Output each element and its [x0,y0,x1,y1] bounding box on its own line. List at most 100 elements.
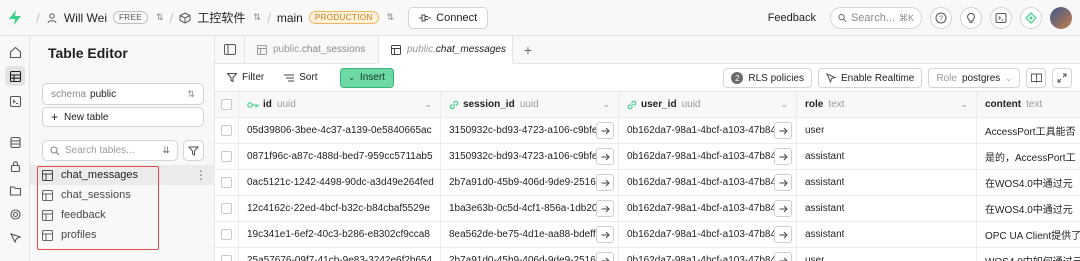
row-checkbox[interactable] [221,151,232,162]
row-select-cell[interactable] [215,222,239,247]
chevron-down-icon[interactable]: ⌄ [780,99,788,110]
more-options-icon[interactable]: ⋮ [195,168,207,182]
filter-button[interactable]: Filter [227,72,264,83]
arrow-right-icon[interactable] [596,148,614,165]
cell-user-id[interactable]: 0b162da7-98a1-4bcf-a103-47b84c [619,196,797,221]
insert-button[interactable]: ⌄ Insert [339,67,394,88]
docs-button[interactable] [1026,68,1046,88]
row-checkbox[interactable] [221,203,232,214]
sort-button[interactable]: Sort [284,72,318,83]
project-breadcrumb[interactable]: 工控软件 ⇅ [179,9,261,26]
table-row[interactable]: 0ac5121c-1242-4498-90dc-a3d49e264fed 2b7… [215,170,1080,196]
cell-content[interactable]: 在WOS4.0中通过元 [977,196,1080,221]
cell-content[interactable]: WOS4.0中如何通过元 [977,248,1080,261]
cell-id[interactable]: 0871f96c-a87c-488d-bed7-959cc5711ab5 [239,144,441,169]
feedback-button[interactable]: Feedback [768,12,816,24]
row-select-cell[interactable] [215,170,239,195]
arrow-right-icon[interactable] [774,200,792,217]
rls-policies-button[interactable]: 2 RLS policies [723,68,812,88]
cell-role[interactable]: assistant [797,196,977,221]
cell-role[interactable]: assistant [797,222,977,247]
arrow-right-icon[interactable] [774,122,792,139]
table-item-profiles[interactable]: profiles [30,225,215,245]
cell-id[interactable]: 19c341e1-6ef2-40c3-b286-e8302cf9cca8 [239,222,441,247]
chevron-down-icon[interactable]: ⌄ [424,99,432,110]
storage-folder-icon[interactable] [5,180,25,200]
table-editor-icon[interactable] [5,66,25,86]
database-icon[interactable] [5,132,25,152]
table-row[interactable]: 05d39806-3bee-4c37-a139-0e5840665ac 3150… [215,118,1080,144]
row-checkbox[interactable] [221,125,232,136]
cell-session-id[interactable]: 3150932c-bd93-4723-a106-c9bfe [441,118,619,143]
arrow-right-icon[interactable] [596,122,614,139]
select-all-checkbox[interactable] [221,99,232,110]
sort-tables-icon[interactable]: ⇊ [162,145,170,156]
cell-role[interactable]: user [797,118,977,143]
cell-role[interactable]: user [797,248,977,261]
arrow-right-icon[interactable] [774,174,792,191]
cell-id[interactable]: 12c4162c-22ed-4bcf-b32c-b84cbaf5529e [239,196,441,221]
cell-role[interactable]: assistant [797,144,977,169]
cell-session-id[interactable]: 3150932c-bd93-4723-a106-c9bfe [441,144,619,169]
chevron-down-icon[interactable]: ⌄ [602,99,610,110]
org-breadcrumb[interactable]: Will Wei FREE ⇅ [46,11,164,25]
cell-content[interactable]: AccessPort工具能否 [977,118,1080,143]
column-header-session-id[interactable]: session_id uuid ⌄ [441,92,619,117]
cell-role[interactable]: assistant [797,170,977,195]
column-header-role[interactable]: role text ⌄ [797,92,977,117]
row-checkbox[interactable] [221,177,232,188]
branch-breadcrumb[interactable]: main PRODUCTION ⇅ [277,11,394,25]
global-search[interactable]: Search... ⌘K [830,7,922,29]
select-all-cell[interactable] [215,92,239,117]
terminal-button[interactable] [990,7,1012,29]
cell-user-id[interactable]: 0b162da7-98a1-4bcf-a103-47b84c [619,222,797,247]
column-header-user-id[interactable]: user_id uuid ⌄ [619,92,797,117]
column-header-content[interactable]: content text [977,92,1080,117]
filter-tables-button[interactable] [183,140,204,161]
enable-realtime-button[interactable]: Enable Realtime [817,68,923,88]
cell-id[interactable]: 25a57676-09f7-41cb-9e83-3242e6f2b654 [239,248,441,261]
cell-user-id[interactable]: 0b162da7-98a1-4bcf-a103-47b84c [619,170,797,195]
cell-content[interactable]: 在WOS4.0中通过元 [977,170,1080,195]
role-selector[interactable]: Role postgres ⌄ [928,68,1020,88]
cell-user-id[interactable]: 0b162da7-98a1-4bcf-a103-47b84c [619,118,797,143]
connect-button[interactable]: Connect [408,6,489,29]
home-icon[interactable] [5,42,25,62]
arrow-right-icon[interactable] [596,252,614,261]
edge-functions-icon[interactable] [5,228,25,248]
cell-id[interactable]: 05d39806-3bee-4c37-a139-0e5840665ac [239,118,441,143]
schema-selector[interactable]: schema public ⇅ [42,83,204,105]
row-select-cell[interactable] [215,248,239,261]
assistant-button[interactable] [1020,7,1042,29]
cell-user-id[interactable]: 0b162da7-98a1-4bcf-a103-47b84c [619,248,797,261]
row-checkbox[interactable] [221,229,232,240]
row-checkbox[interactable] [221,255,232,261]
arrow-right-icon[interactable] [596,174,614,191]
cell-user-id[interactable]: 0b162da7-98a1-4bcf-a103-47b84c [619,144,797,169]
collapse-sidebar-button[interactable] [215,36,245,63]
cell-session-id[interactable]: 2b7a91d0-45b9-406d-9de9-2516 [441,248,619,261]
add-tab-icon[interactable]: + [513,36,543,63]
arrow-right-icon[interactable] [774,148,792,165]
arrow-right-icon[interactable] [596,200,614,217]
expand-button[interactable] [1052,68,1072,88]
cell-session-id[interactable]: 1ba3e63b-0c5d-4cf1-856a-1db201 [441,196,619,221]
chevron-updown-icon[interactable]: ⇅ [156,12,164,23]
row-select-cell[interactable] [215,144,239,169]
advisor-button[interactable] [960,7,982,29]
chevron-down-icon[interactable]: ⌄ [960,99,968,110]
table-search-input[interactable]: Search tables... ⇊ [42,140,178,161]
sql-editor-icon[interactable] [5,91,25,111]
row-select-cell[interactable] [215,196,239,221]
cell-content[interactable]: OPC UA Client提供了 [977,222,1080,247]
table-row[interactable]: 19c341e1-6ef2-40c3-b286-e8302cf9cca8 8ea… [215,222,1080,248]
cell-session-id[interactable]: 2b7a91d0-45b9-406d-9de9-2516 [441,170,619,195]
table-item-chat-sessions[interactable]: chat_sessions [30,185,215,205]
cell-content[interactable]: 是的，AccessPort工 [977,144,1080,169]
supabase-logo-icon[interactable] [0,0,30,36]
auth-lock-icon[interactable] [5,156,25,176]
table-item-feedback[interactable]: feedback [30,205,215,225]
cell-id[interactable]: 0ac5121c-1242-4498-90dc-a3d49e264fed [239,170,441,195]
new-table-button[interactable]: + New table [42,107,204,127]
row-select-cell[interactable] [215,118,239,143]
